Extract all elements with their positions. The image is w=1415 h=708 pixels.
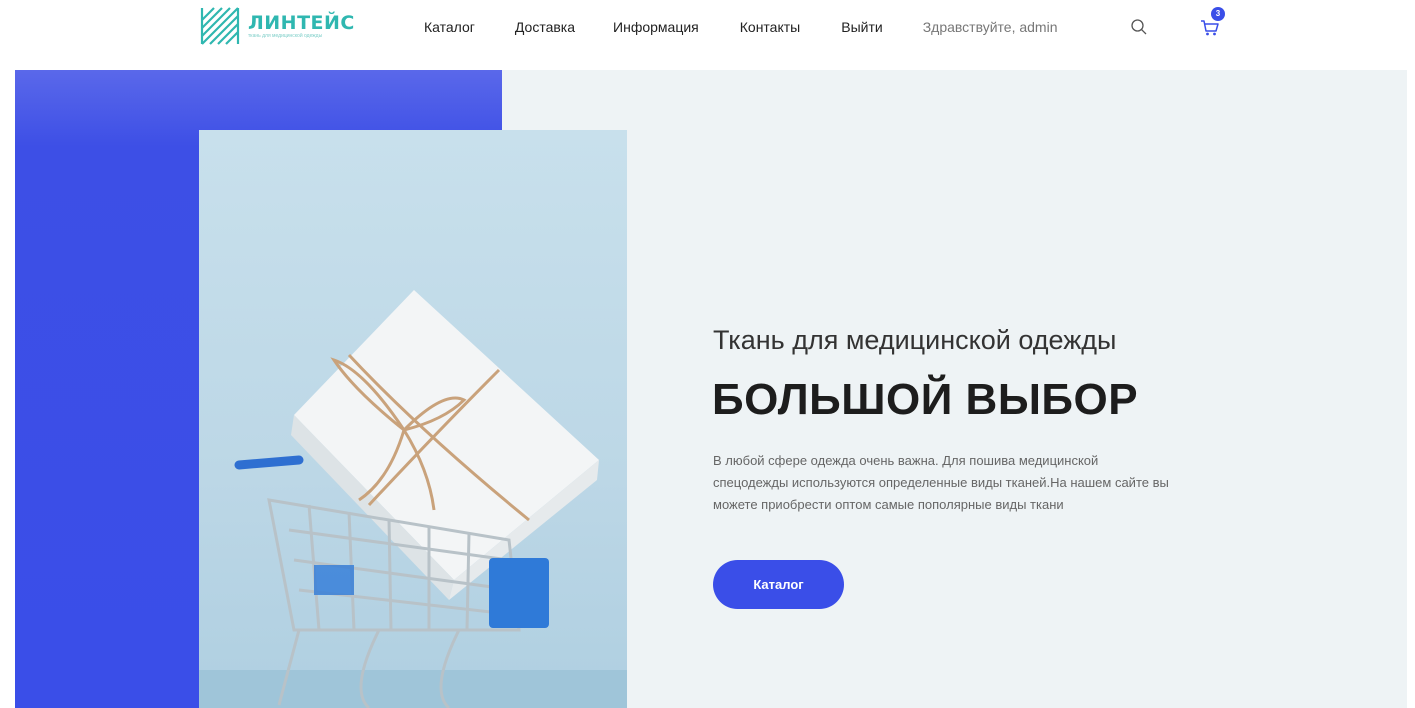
nav-info[interactable]: Информация	[613, 19, 699, 35]
cart-count-badge: 3	[1211, 7, 1225, 21]
user-greeting: Здравствуйте, admin	[922, 19, 1058, 35]
logo-subtitle: ткань для медицинской одежды	[248, 32, 323, 39]
catalog-button[interactable]: Каталог	[713, 560, 844, 609]
hero-subtitle: Ткань для медицинской одежды	[713, 325, 1117, 355]
logo-mark-icon	[200, 6, 240, 46]
site-header: ЛИНТЕЙС ткань для медицинской одежды Кат…	[0, 0, 1415, 70]
shopping-cart-gift-illustration	[199, 290, 627, 708]
nav-catalog[interactable]: Каталог	[424, 19, 475, 35]
logo[interactable]: ЛИНТЕЙС ткань для медицинской одежды	[200, 6, 355, 46]
hero-title: БОЛЬШОЙ ВЫБОР	[712, 375, 1139, 424]
nav-delivery[interactable]: Доставка	[515, 19, 575, 35]
main-nav: Каталог Доставка Информация Контакты Вый…	[424, 19, 1057, 35]
nav-logout[interactable]: Выйти	[841, 19, 882, 35]
logo-title: ЛИНТЕЙС	[248, 11, 355, 34]
search-icon[interactable]	[1130, 18, 1148, 36]
hero-description: В любой сфере одежда очень важна. Для по…	[713, 453, 1169, 512]
logo-text: ЛИНТЕЙС ткань для медицинской одежды	[248, 13, 355, 40]
hero-image	[199, 130, 627, 708]
nav-contacts[interactable]: Контакты	[740, 19, 800, 35]
